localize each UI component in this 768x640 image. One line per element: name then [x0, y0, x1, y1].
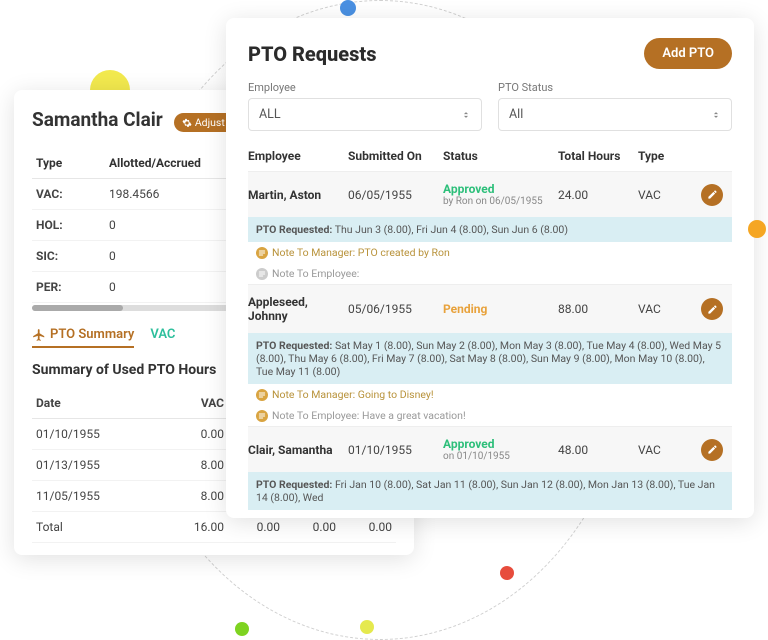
request-employee: Appleseed, Johnny	[248, 295, 348, 323]
request-status: Approvedby Ron on 06/05/1955	[443, 182, 558, 207]
tab-vac[interactable]: VAC	[150, 327, 175, 348]
request-submitted: 06/05/1955	[348, 188, 443, 202]
summary-col-vac: VAC	[160, 388, 228, 419]
request-hours: 48.00	[558, 443, 638, 457]
page-title: PTO Requests	[248, 42, 376, 66]
filter-status-label: PTO Status	[498, 81, 732, 94]
decorative-dot	[748, 220, 766, 238]
request-submitted: 01/10/1955	[348, 443, 443, 457]
request-hours: 88.00	[558, 302, 638, 316]
col-type: Type	[32, 148, 105, 179]
add-pto-button[interactable]: Add PTO	[644, 38, 732, 69]
pto-requests-card: PTO Requests Add PTO Employee ALL PTO St…	[226, 18, 754, 518]
request-table-header: Employee Submitted On Status Total Hours…	[248, 149, 732, 171]
request-detail-band: PTO Requested: Fri Jan 10 (8.00), Sat Ja…	[248, 472, 732, 510]
request-type: VAC	[638, 302, 693, 316]
edit-request-button[interactable]	[701, 184, 723, 206]
plane-icon	[32, 328, 46, 342]
decorative-dot	[340, 0, 356, 16]
request-type: VAC	[638, 188, 693, 202]
request-type: VAC	[638, 443, 693, 457]
note-icon	[256, 247, 268, 259]
edit-request-button[interactable]	[701, 298, 723, 320]
request-row: Clair, Samantha 01/10/1955 Approvedon 01…	[248, 426, 732, 472]
filter-employee-label: Employee	[248, 81, 482, 94]
request-status: Approvedon 01/10/1955	[443, 437, 558, 462]
request-row: Martin, Aston 06/05/1955 Approvedby Ron …	[248, 171, 732, 217]
note-to-manager: Note To Manager: PTO created by Ron	[248, 242, 732, 263]
note-icon	[256, 268, 268, 280]
request-detail-band: PTO Requested: Sat May 1 (8.00), Sun May…	[248, 333, 732, 384]
request-detail-band: PTO Requested: Thu Jun 3 (8.00), Fri Jun…	[248, 217, 732, 242]
decorative-dot	[500, 566, 514, 580]
employee-select-value: ALL	[259, 107, 281, 122]
note-to-manager: Note To Manager: Going to Disney!	[248, 384, 732, 405]
status-select-value: All	[509, 107, 523, 122]
summary-col-date: Date	[32, 388, 160, 419]
decorative-dot	[360, 620, 374, 634]
request-employee: Martin, Aston	[248, 188, 348, 202]
note-to-employee: Note To Employee: Have a great vacation!	[248, 405, 732, 426]
employee-select[interactable]: ALL	[248, 98, 482, 131]
edit-request-button[interactable]	[701, 439, 723, 461]
note-to-employee: Note To Employee:	[248, 263, 732, 284]
note-icon	[256, 410, 268, 422]
decorative-dot	[235, 622, 249, 636]
gear-icon	[182, 118, 192, 128]
status-select[interactable]: All	[498, 98, 732, 131]
request-row: Appleseed, Johnny 05/06/1955 Pending 88.…	[248, 284, 732, 333]
request-submitted: 05/06/1955	[348, 302, 443, 316]
request-hours: 24.00	[558, 188, 638, 202]
request-employee: Clair, Samantha	[248, 443, 348, 457]
request-status: Pending	[443, 302, 558, 316]
chevron-up-down-icon	[711, 110, 721, 120]
note-icon	[256, 389, 268, 401]
tab-pto-summary[interactable]: PTO Summary	[32, 327, 134, 348]
chevron-up-down-icon	[461, 110, 471, 120]
employee-name: Samantha Clair	[32, 108, 163, 131]
